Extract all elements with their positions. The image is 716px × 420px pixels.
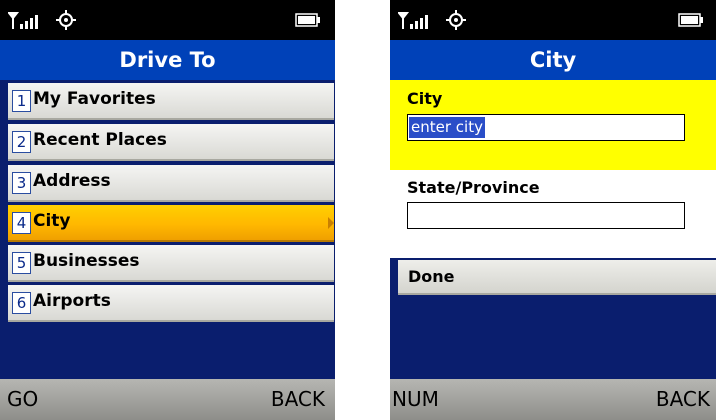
done-button[interactable]: Done (398, 260, 716, 295)
gear-icon (56, 10, 76, 30)
signal-strength-icon (398, 12, 428, 29)
menu-item-label: My Favorites (33, 89, 156, 109)
gear-icon (446, 10, 466, 30)
number-key-badge: 5 (12, 252, 31, 274)
screen-title: Drive To (0, 40, 335, 80)
softkey-go[interactable]: GO (7, 387, 38, 411)
menu-item-label: Recent Places (33, 130, 167, 150)
number-key-badge: 3 (12, 172, 31, 194)
state-field-label: State/Province (407, 178, 540, 197)
menu-item-label: Airports (33, 291, 111, 311)
battery-icon (678, 13, 703, 27)
state-input[interactable] (407, 202, 685, 229)
city-input[interactable]: enter city (407, 114, 685, 141)
number-key-badge: 4 (12, 212, 31, 234)
status-bar (0, 0, 335, 40)
battery-icon (295, 13, 320, 27)
city-field-group: City enter city (390, 80, 716, 170)
menu-item-address[interactable]: 3 Address (8, 165, 334, 202)
menu-item-my-favorites[interactable]: 1 My Favorites (8, 83, 334, 120)
done-label: Done (408, 267, 455, 286)
menu-item-label: City (33, 211, 71, 231)
number-key-badge: 2 (12, 131, 31, 153)
menu-item-city[interactable]: 4 City (8, 205, 334, 242)
city-entry-screen: City City enter city State/Province Done… (390, 0, 716, 420)
menu-item-label: Businesses (33, 251, 140, 271)
screen-title: City (390, 40, 716, 80)
number-key-badge: 1 (12, 90, 31, 112)
softkey-num[interactable]: NUM (392, 387, 439, 411)
city-input-text: enter city (409, 117, 485, 138)
status-bar (390, 0, 716, 40)
softkey-bar: NUM BACK (390, 379, 716, 420)
signal-strength-icon (8, 12, 38, 29)
number-key-badge: 6 (12, 292, 31, 314)
city-field-label: City (407, 89, 443, 108)
menu-item-recent-places[interactable]: 2 Recent Places (8, 124, 334, 161)
state-field-group: State/Province (390, 170, 716, 258)
drive-to-screen: Drive To 1 My Favorites 2 Recent Places … (0, 0, 335, 420)
menu-item-airports[interactable]: 6 Airports (8, 285, 334, 322)
softkey-back[interactable]: BACK (271, 387, 325, 411)
menu-item-label: Address (33, 171, 111, 191)
softkey-back[interactable]: BACK (656, 387, 710, 411)
menu-item-businesses[interactable]: 5 Businesses (8, 245, 334, 282)
softkey-bar: GO BACK (0, 379, 335, 420)
chevron-right-icon (328, 217, 334, 229)
